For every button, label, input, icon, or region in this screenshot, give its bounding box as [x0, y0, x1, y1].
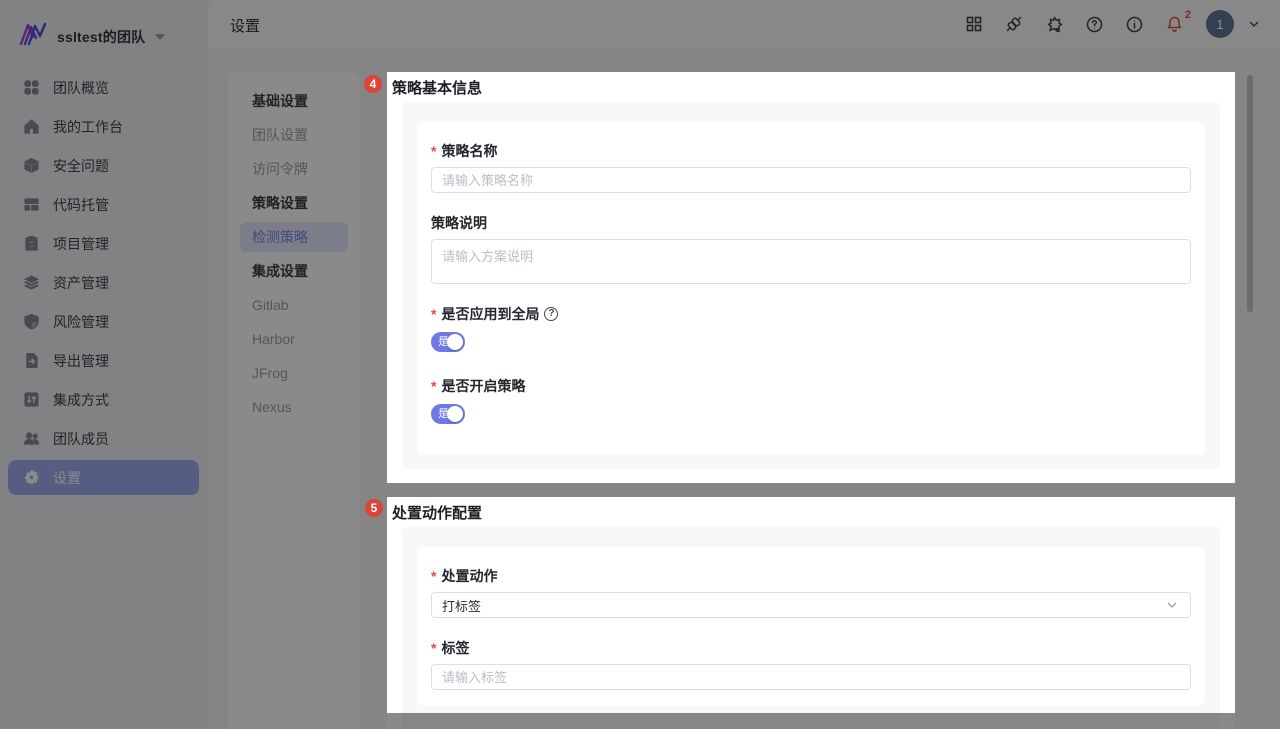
topbar: 设置 [207, 0, 1280, 48]
sidebar-item-settings[interactable]: 设置 [8, 460, 199, 495]
settings-menu-section-integration: 集成设置 [228, 254, 360, 288]
required-asterisk: * [431, 143, 436, 159]
content-area: 基础设置 团队设置 访问令牌 策略设置 检测策略 集成设置 Gitlab Har… [207, 48, 1280, 729]
policy-desc-label: 策略说明 [431, 213, 1191, 233]
tag-label: * 标签 [431, 638, 1191, 658]
gear-icon [22, 469, 40, 487]
toggle-knob [447, 334, 463, 350]
settings-menu-item-gitlab[interactable]: Gitlab [228, 288, 360, 322]
tag-input[interactable] [431, 664, 1191, 690]
panel-body: * 处置动作 打标签 * 标签 [402, 527, 1220, 729]
panel-body: * 策略名称 策略说明 * 是否应用到全局 ? [402, 102, 1220, 469]
settings-menu: 基础设置 团队设置 访问令牌 策略设置 检测策略 集成设置 Gitlab Har… [228, 72, 360, 729]
sidebar-item-label: 团队成员 [53, 429, 109, 449]
settings-menu-item-team[interactable]: 团队设置 [228, 118, 360, 152]
required-asterisk: * [431, 378, 436, 394]
cube-icon [22, 157, 40, 175]
sidebar-item-label: 资产管理 [53, 273, 109, 293]
sidebar-item-label: 风险管理 [53, 312, 109, 332]
help-question-icon[interactable]: ? [544, 307, 558, 321]
sidebar-item-security-issues[interactable]: 安全问题 [0, 146, 207, 185]
policy-name-label: * 策略名称 [431, 141, 1191, 161]
tour-step-badge-4: 4 [364, 75, 382, 93]
settings-menu-item-detection-policy[interactable]: 检测策略 [240, 222, 348, 252]
sidebar-item-label: 导出管理 [53, 351, 109, 371]
team-caret-down-icon [155, 34, 165, 40]
sidebar-item-label: 集成方式 [53, 390, 109, 410]
disposal-action-label: * 处置动作 [431, 566, 1191, 586]
grid-icon [22, 79, 40, 97]
sidebar-item-asset-mgmt[interactable]: 资产管理 [0, 263, 207, 302]
apply-global-toggle[interactable]: 是 [431, 332, 465, 352]
notifications-bell-icon[interactable]: 2 [1164, 14, 1184, 34]
user-avatar[interactable]: 1 [1206, 10, 1234, 38]
required-asterisk: * [431, 306, 436, 322]
settings-menu-section-basic: 基础设置 [228, 84, 360, 118]
team-name: ssltest的团队 [57, 27, 145, 47]
required-asterisk: * [431, 640, 436, 656]
transfer-icon [22, 391, 40, 409]
panel-title: 处置动作配置 [392, 502, 482, 523]
apps-grid-icon[interactable] [964, 14, 984, 34]
home-icon [22, 118, 40, 136]
settings-menu-item-harbor[interactable]: Harbor [228, 322, 360, 356]
chevron-down-icon[interactable] [1244, 14, 1264, 34]
users-icon [22, 430, 40, 448]
plugin-icon[interactable] [1004, 14, 1024, 34]
sidebar-item-export-mgmt[interactable]: 导出管理 [0, 341, 207, 380]
guide-pin-icon[interactable] [1044, 14, 1064, 34]
sidebar-item-label: 代码托管 [53, 195, 109, 215]
bricks-icon [22, 196, 40, 214]
app-window: ssltest的团队 团队概览 我的工作台 [0, 0, 1280, 729]
sidebar-item-team-members[interactable]: 团队成员 [0, 419, 207, 458]
sidebar-nav: 团队概览 我的工作台 安全问题 [0, 68, 207, 495]
panel-title: 策略基本信息 [392, 77, 482, 98]
sidebar-item-integration-method[interactable]: 集成方式 [0, 380, 207, 419]
sidebar-item-label: 安全问题 [53, 156, 109, 176]
info-circle-icon[interactable] [1124, 14, 1144, 34]
notification-count-badge: 2 [1185, 9, 1191, 21]
sidebar-item-label: 团队概览 [53, 78, 109, 98]
topbar-actions: 2 1 [964, 0, 1264, 48]
settings-menu-item-access-token[interactable]: 访问令牌 [228, 152, 360, 186]
sidebar-item-team-overview[interactable]: 团队概览 [0, 68, 207, 107]
brand-logo-icon [18, 20, 50, 53]
help-circle-icon[interactable] [1084, 14, 1104, 34]
clipboard-icon [22, 235, 40, 253]
sidebar-item-workbench[interactable]: 我的工作台 [0, 107, 207, 146]
policy-desc-textarea[interactable] [431, 239, 1191, 284]
required-asterisk: * [431, 568, 436, 584]
settings-menu-section-policy: 策略设置 [228, 186, 360, 220]
apply-global-label: * 是否应用到全局 ? [431, 304, 1191, 324]
form-card: * 处置动作 打标签 * 标签 [417, 547, 1205, 705]
sidebar-item-label: 我的工作台 [53, 117, 123, 137]
enable-policy-toggle[interactable]: 是 [431, 404, 465, 424]
select-chevron-down-icon [1166, 599, 1178, 611]
file-export-icon [22, 352, 40, 370]
policy-name-input[interactable] [431, 167, 1191, 193]
team-switcher[interactable]: ssltest的团队 [18, 20, 165, 53]
select-value: 打标签 [442, 596, 481, 615]
tour-step-badge-5: 5 [365, 499, 383, 517]
layers-icon [22, 274, 40, 292]
policy-basic-info-panel: 策略基本信息 * 策略名称 策略说明 * [387, 72, 1235, 483]
sidebar-item-project-mgmt[interactable]: 项目管理 [0, 224, 207, 263]
page-title: 设置 [230, 15, 260, 36]
settings-menu-item-jfrog[interactable]: JFrog [228, 356, 360, 390]
toggle-knob [447, 406, 463, 422]
sidebar-item-code-hosting[interactable]: 代码托管 [0, 185, 207, 224]
sidebar-item-risk-mgmt[interactable]: 风险管理 [0, 302, 207, 341]
form-card: * 策略名称 策略说明 * 是否应用到全局 ? [417, 122, 1205, 455]
settings-menu-item-nexus[interactable]: Nexus [228, 390, 360, 424]
vertical-scrollbar-thumb[interactable] [1247, 75, 1253, 312]
main-sidebar: ssltest的团队 团队概览 我的工作台 [0, 0, 207, 729]
sidebar-item-label: 项目管理 [53, 234, 109, 254]
enable-policy-label: * 是否开启策略 [431, 376, 1191, 396]
shield-icon [22, 313, 40, 331]
disposal-action-select[interactable]: 打标签 [431, 592, 1191, 618]
sidebar-item-label: 设置 [53, 468, 81, 488]
disposal-action-panel: 处置动作配置 * 处置动作 打标签 [387, 497, 1235, 729]
